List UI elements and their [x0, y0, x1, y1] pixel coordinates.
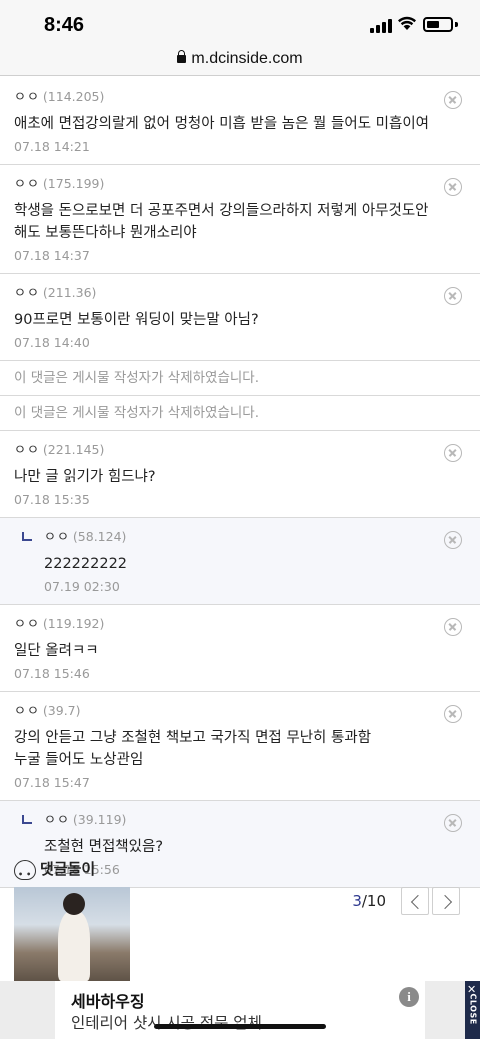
- ad-banner: 세바하우징 인테리어 샷시 시공 전문 업체 i ✕ CLOSE: [0, 981, 480, 1039]
- comment-nick[interactable]: ㅇㅇ: [14, 177, 40, 192]
- comment-bot-icon: [14, 859, 36, 887]
- ad-info-icon[interactable]: i: [399, 987, 419, 1007]
- ad-close-label: CLOSE: [468, 993, 478, 1025]
- comment-text: 90프로면 보통이란 워딩이 맞는말 아님?: [14, 312, 259, 328]
- delete-comment-icon[interactable]: [444, 814, 462, 832]
- delete-comment-icon[interactable]: [444, 531, 462, 549]
- comment-date: 07.18 15:46: [14, 666, 90, 681]
- comment-text: 222222222: [44, 556, 128, 572]
- deleted-comment-notice: 이 댓글은 게시물 작성자가 삭제하였습니다.: [0, 396, 480, 431]
- comment-item: ㅇㅇ (221.145) 나만 글 읽기가 힘드냐? 07.18 15:35: [0, 431, 480, 518]
- comment-header: ㅇㅇ (58.124): [44, 527, 466, 547]
- reply-item: ㅇㅇ (58.124) 222222222 07.19 02:30: [0, 518, 480, 605]
- comment-text: 나만 글 읽기가 힘드냐?: [14, 469, 156, 485]
- battery-icon: [423, 17, 453, 32]
- comment-item: ㅇㅇ (211.36) 90프로면 보통이란 워딩이 맞는말 아님? 07.18 …: [0, 274, 480, 361]
- comment-date: 07.18 15:35: [14, 492, 90, 507]
- comment-list: ㅇㅇ (114.205) 애초에 면접강의랄게 없어 멍청아 미흡 받을 놈은 뭘…: [0, 78, 480, 888]
- comment-nick[interactable]: ㅇㅇ: [14, 443, 40, 458]
- comment-bot-pager: 3/10: [352, 887, 460, 915]
- url-text: m.dcinside.com: [191, 50, 303, 67]
- deleted-comment-notice: 이 댓글은 게시물 작성자가 삭제하였습니다.: [0, 361, 480, 396]
- ad-title: 세바하우징: [71, 992, 145, 1011]
- pager-current: 3: [352, 892, 362, 910]
- thumbnail-person-image: [58, 893, 90, 981]
- comment-nick[interactable]: ㅇㅇ: [44, 530, 70, 545]
- comment-header: ㅇㅇ (114.205): [14, 87, 466, 107]
- comment-ip: (175.199): [42, 176, 105, 191]
- comment-bot-section: 댓글돌이 3/10: [0, 851, 480, 981]
- comment-text: 애초에 면접강의랄게 없어 멍청아 미흡 받을 놈은 뭘 들어도 미흡이여: [14, 116, 429, 132]
- comment-item: ㅇㅇ (114.205) 애초에 면접강의랄게 없어 멍청아 미흡 받을 놈은 뭘…: [0, 78, 480, 165]
- delete-comment-icon[interactable]: [444, 178, 462, 196]
- comment-bot-title: 댓글돌이: [14, 857, 96, 887]
- comment-text: 일단 올려ㅋㅋ: [14, 643, 99, 659]
- comment-item: ㅇㅇ (119.192) 일단 올려ㅋㅋ 07.18 15:46: [0, 605, 480, 692]
- pager-next-button[interactable]: [432, 887, 460, 915]
- delete-comment-icon[interactable]: [444, 444, 462, 462]
- comment-nick[interactable]: ㅇㅇ: [14, 704, 40, 719]
- comment-header: ㅇㅇ (211.36): [14, 283, 466, 303]
- home-indicator[interactable]: [154, 1024, 326, 1029]
- wifi-icon: [398, 16, 416, 30]
- delete-comment-icon[interactable]: [444, 618, 462, 636]
- pager-count: 3/10: [352, 892, 386, 910]
- comment-ip: (58.124): [72, 529, 127, 544]
- comment-nick[interactable]: ㅇㅇ: [14, 617, 40, 632]
- delete-comment-icon[interactable]: [444, 91, 462, 109]
- comment-nick[interactable]: ㅇㅇ: [14, 90, 40, 105]
- comment-date: 07.18 14:40: [14, 335, 90, 350]
- comment-text: 학생을 돈으로보면 더 공포주면서 강의들으라하지 저렇게 아무것도안해도 보통…: [14, 203, 429, 241]
- ad-close-button[interactable]: ✕ CLOSE: [465, 981, 480, 1039]
- comment-header: ㅇㅇ (221.145): [14, 440, 466, 460]
- reply-arrow-icon: [22, 815, 32, 824]
- ad-subtitle: 인테리어 샷시 시공 전문 업체: [71, 1014, 262, 1032]
- comment-ip: (221.145): [42, 442, 105, 457]
- comment-ip: (119.192): [42, 616, 105, 631]
- delete-comment-icon[interactable]: [444, 287, 462, 305]
- comment-item: ㅇㅇ (39.7) 강의 안듣고 그냥 조철현 책보고 국가직 면접 무난히 통과…: [0, 692, 480, 801]
- pager-total: /10: [361, 892, 386, 910]
- comment-ip: (39.7): [42, 703, 81, 718]
- comment-ip: (114.205): [42, 89, 105, 104]
- delete-comment-icon[interactable]: [444, 705, 462, 723]
- status-bar: 8:46: [0, 0, 480, 46]
- comment-date: 07.18 14:37: [14, 248, 90, 263]
- url-bar[interactable]: m.dcinside.com: [0, 46, 480, 76]
- battery-tip: [455, 22, 458, 27]
- comment-date: 07.18 14:21: [14, 139, 90, 154]
- comment-nick[interactable]: ㅇㅇ: [44, 813, 70, 828]
- reply-arrow-icon: [22, 532, 32, 541]
- pager-prev-button[interactable]: [401, 887, 429, 915]
- comment-header: ㅇㅇ (39.7): [14, 701, 466, 721]
- comment-ip: (39.119): [72, 812, 127, 827]
- comment-text: 강의 안듣고 그냥 조철현 책보고 국가직 면접 무난히 통과함 누굴 들어도 …: [14, 730, 372, 768]
- cellular-signal-icon: [370, 19, 392, 33]
- comment-bot-title-text: 댓글돌이: [40, 860, 96, 878]
- status-time: 8:46: [44, 14, 85, 36]
- comment-item: ㅇㅇ (175.199) 학생을 돈으로보면 더 공포주면서 강의들으라하지 저렇…: [0, 165, 480, 274]
- comment-header: ㅇㅇ (39.119): [44, 810, 466, 830]
- comment-nick[interactable]: ㅇㅇ: [14, 286, 40, 301]
- comment-bot-thumbnail[interactable]: [14, 887, 130, 981]
- lock-icon: [177, 50, 187, 63]
- comment-date: 07.19 02:30: [44, 579, 120, 594]
- comment-header: ㅇㅇ (119.192): [14, 614, 466, 634]
- ad-card[interactable]: 세바하우징 인테리어 샷시 시공 전문 업체 i: [55, 981, 425, 1039]
- comment-header: ㅇㅇ (175.199): [14, 174, 466, 194]
- comment-date: 07.18 15:47: [14, 775, 90, 790]
- comment-ip: (211.36): [42, 285, 97, 300]
